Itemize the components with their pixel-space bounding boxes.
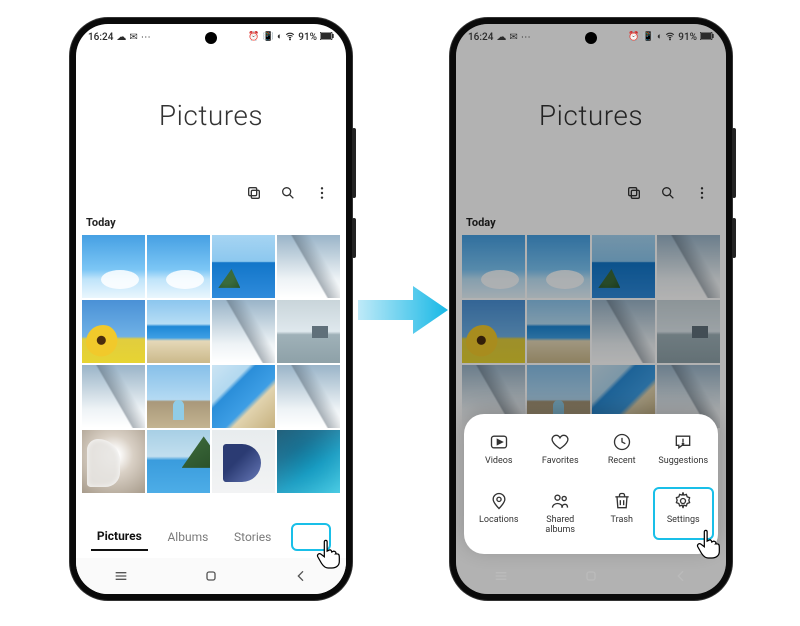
heart-icon: [550, 432, 570, 452]
cloud-icon: ☁: [116, 32, 126, 43]
menu-locations[interactable]: Locations: [468, 487, 530, 540]
menu-label: Shared albums: [545, 516, 575, 536]
status-time: 16:24: [468, 32, 493, 43]
menu-recent[interactable]: Recent: [591, 428, 653, 471]
vibrate-icon: 📳: [643, 33, 654, 42]
pin-icon: [489, 491, 509, 511]
dots-icon: ⋯: [141, 32, 151, 43]
gear-icon: [673, 491, 693, 511]
photo-thumb[interactable]: [147, 365, 210, 428]
recents-icon[interactable]: [493, 568, 509, 584]
photo-thumb[interactable]: [147, 235, 210, 298]
menu-videos[interactable]: Videos: [468, 428, 530, 471]
hero: Pictures: [76, 50, 346, 180]
system-nav: [456, 558, 726, 594]
battery-percent: 91%: [678, 32, 697, 43]
menu-label: Settings: [667, 516, 700, 526]
menu-suggestions[interactable]: Suggestions: [653, 428, 715, 471]
search-icon[interactable]: [280, 185, 296, 201]
home-icon[interactable]: [203, 568, 219, 584]
menu-label: Recent: [608, 457, 636, 467]
menu-shared-albums[interactable]: Shared albums: [530, 487, 592, 540]
menu-label: Trash: [611, 516, 633, 526]
no-sim-icon: ◐: [277, 33, 282, 42]
photo-thumb[interactable]: [212, 365, 275, 428]
volume-button: [732, 128, 736, 198]
home-icon[interactable]: [583, 568, 599, 584]
photo-thumb[interactable]: [277, 235, 340, 298]
dots-icon: ⋯: [521, 32, 531, 43]
front-camera: [585, 32, 597, 44]
copy-icon[interactable]: [246, 185, 262, 201]
system-nav: [76, 558, 346, 594]
step-arrow: [358, 280, 448, 340]
chat-icon: [673, 432, 693, 452]
vibrate-icon: 📳: [263, 33, 274, 42]
menu-label: Locations: [479, 516, 518, 526]
photo-thumb[interactable]: [277, 365, 340, 428]
page-title: Pictures: [159, 99, 263, 132]
wifi-icon: [285, 31, 295, 44]
menu-label: Favorites: [542, 457, 579, 467]
photo-thumb[interactable]: [82, 365, 145, 428]
tab-albums[interactable]: Albums: [161, 524, 214, 550]
battery-percent: 91%: [298, 32, 317, 43]
photo-thumb[interactable]: [147, 430, 210, 493]
status-time: 16:24: [88, 32, 113, 43]
battery-icon: [320, 32, 334, 43]
photo-thumb[interactable]: [212, 430, 275, 493]
screen: 16:24 ☁ ✉ ⋯ ⏰ 📳 ◐ 91% Pictures: [76, 24, 346, 594]
wifi-icon: [665, 31, 675, 44]
photo-thumb[interactable]: [82, 300, 145, 363]
photo-thumb[interactable]: [82, 430, 145, 493]
no-sim-icon: ◐: [657, 33, 662, 42]
photo-thumb[interactable]: [212, 235, 275, 298]
hamburger-icon: [303, 531, 319, 543]
photo-thumb[interactable]: [147, 300, 210, 363]
phone-left: 16:24 ☁ ✉ ⋯ ⏰ 📳 ◐ 91% Pictures: [70, 18, 352, 600]
menu-sheet: Videos Favorites Recent: [464, 414, 718, 554]
power-button: [352, 218, 356, 258]
alarm-icon: ⏰: [628, 33, 639, 42]
menu-settings[interactable]: Settings: [653, 487, 715, 540]
trash-icon: [612, 491, 632, 511]
tab-menu[interactable]: [291, 523, 331, 551]
battery-icon: [700, 32, 714, 43]
mail-icon: ✉: [509, 32, 517, 43]
tab-stories[interactable]: Stories: [228, 524, 277, 550]
alarm-icon: ⏰: [248, 33, 259, 42]
back-icon[interactable]: [673, 568, 689, 584]
people-icon: [550, 491, 570, 511]
phone-right: 16:24 ☁ ✉ ⋯ ⏰ 📳 ◐ 91% Pictures: [450, 18, 732, 600]
photo-thumb[interactable]: [277, 430, 340, 493]
screen: 16:24 ☁ ✉ ⋯ ⏰ 📳 ◐ 91% Pictures: [456, 24, 726, 594]
play-icon: [489, 432, 509, 452]
photo-thumb[interactable]: [212, 300, 275, 363]
photo-grid: [76, 235, 346, 493]
bottom-tabs: Pictures Albums Stories: [76, 516, 346, 558]
section-label: Today: [76, 212, 346, 235]
recents-icon[interactable]: [113, 568, 129, 584]
cloud-icon: ☁: [496, 32, 506, 43]
power-button: [732, 218, 736, 258]
toolbar: [76, 180, 346, 212]
menu-favorites[interactable]: Favorites: [530, 428, 592, 471]
menu-trash[interactable]: Trash: [591, 487, 653, 540]
photo-thumb[interactable]: [277, 300, 340, 363]
more-icon[interactable]: [314, 185, 330, 201]
menu-label: Videos: [485, 457, 513, 467]
volume-button: [352, 128, 356, 198]
back-icon[interactable]: [293, 568, 309, 584]
menu-label: Suggestions: [658, 457, 708, 467]
tab-pictures[interactable]: Pictures: [91, 523, 148, 551]
mail-icon: ✉: [129, 32, 137, 43]
clock-icon: [612, 432, 632, 452]
front-camera: [205, 32, 217, 44]
photo-thumb[interactable]: [82, 235, 145, 298]
